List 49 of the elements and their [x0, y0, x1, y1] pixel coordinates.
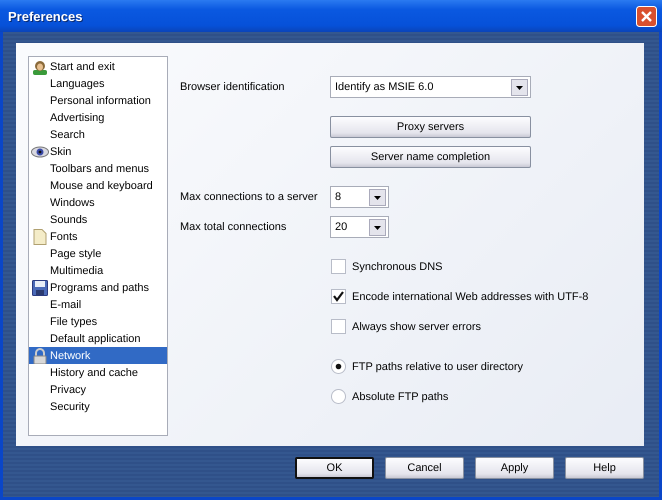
person-icon: [32, 58, 48, 74]
category-item[interactable]: Page style: [29, 245, 167, 262]
category-item[interactable]: Network: [29, 347, 167, 364]
dialog-button[interactable]: Help: [565, 457, 644, 479]
dialog-button[interactable]: OK: [295, 457, 374, 479]
number-dropdown[interactable]: 20: [330, 216, 389, 238]
panel-button[interactable]: Server name completion: [330, 146, 531, 168]
padlock-icon: [32, 348, 48, 364]
browser-identification-dropdown[interactable]: Identify as MSIE 6.0: [330, 76, 531, 98]
field-label: Max connections to a server: [180, 191, 319, 203]
category-item[interactable]: File types: [29, 313, 167, 330]
category-item[interactable]: Languages: [29, 75, 167, 92]
category-item[interactable]: Advertising: [29, 109, 167, 126]
close-icon[interactable]: [636, 6, 657, 26]
category-item[interactable]: Programs and paths: [29, 279, 167, 296]
page-icon: [32, 228, 46, 244]
checkbox[interactable]: [331, 259, 346, 274]
category-item[interactable]: History and cache: [29, 364, 167, 381]
category-item[interactable]: Start and exit: [29, 58, 167, 75]
panel-button[interactable]: Proxy servers: [330, 116, 531, 138]
field-label: Browser identification: [180, 81, 286, 93]
category-item[interactable]: Default application: [29, 330, 167, 347]
category-item[interactable]: Privacy: [29, 381, 167, 398]
category-item[interactable]: Fonts: [29, 228, 167, 245]
dialog-button[interactable]: Cancel: [385, 457, 464, 479]
checkbox-label: Encode international Web addresses with UTF-8: [352, 290, 588, 302]
dialog-button[interactable]: Apply: [475, 457, 554, 479]
number-dropdown[interactable]: 8: [330, 186, 389, 208]
category-item[interactable]: Windows: [29, 194, 167, 211]
radio-label: FTP paths relative to user directory: [352, 360, 523, 372]
radio-button[interactable]: [331, 389, 346, 404]
radio-label: Absolute FTP paths: [352, 390, 448, 402]
category-item[interactable]: Mouse and keyboard: [29, 177, 167, 194]
category-item[interactable]: Skin: [29, 143, 167, 160]
checkbox[interactable]: [331, 319, 346, 334]
radio-button[interactable]: [331, 359, 346, 374]
checkbox[interactable]: [331, 289, 346, 304]
category-item[interactable]: Toolbars and menus: [29, 160, 167, 177]
category-item[interactable]: Search: [29, 126, 167, 143]
field-label: Max total connections: [180, 221, 288, 233]
eye-icon: [30, 146, 48, 158]
category-item[interactable]: E-mail: [29, 296, 167, 313]
category-item[interactable]: Security: [29, 398, 167, 415]
window-title: Preferences: [8, 8, 82, 24]
checkbox-label: Always show server errors: [352, 320, 481, 332]
category-item[interactable]: Multimedia: [29, 262, 167, 279]
checkbox-label: Synchronous DNS: [352, 260, 442, 272]
category-item[interactable]: Sounds: [29, 211, 167, 228]
category-item[interactable]: Personal information: [29, 92, 167, 109]
